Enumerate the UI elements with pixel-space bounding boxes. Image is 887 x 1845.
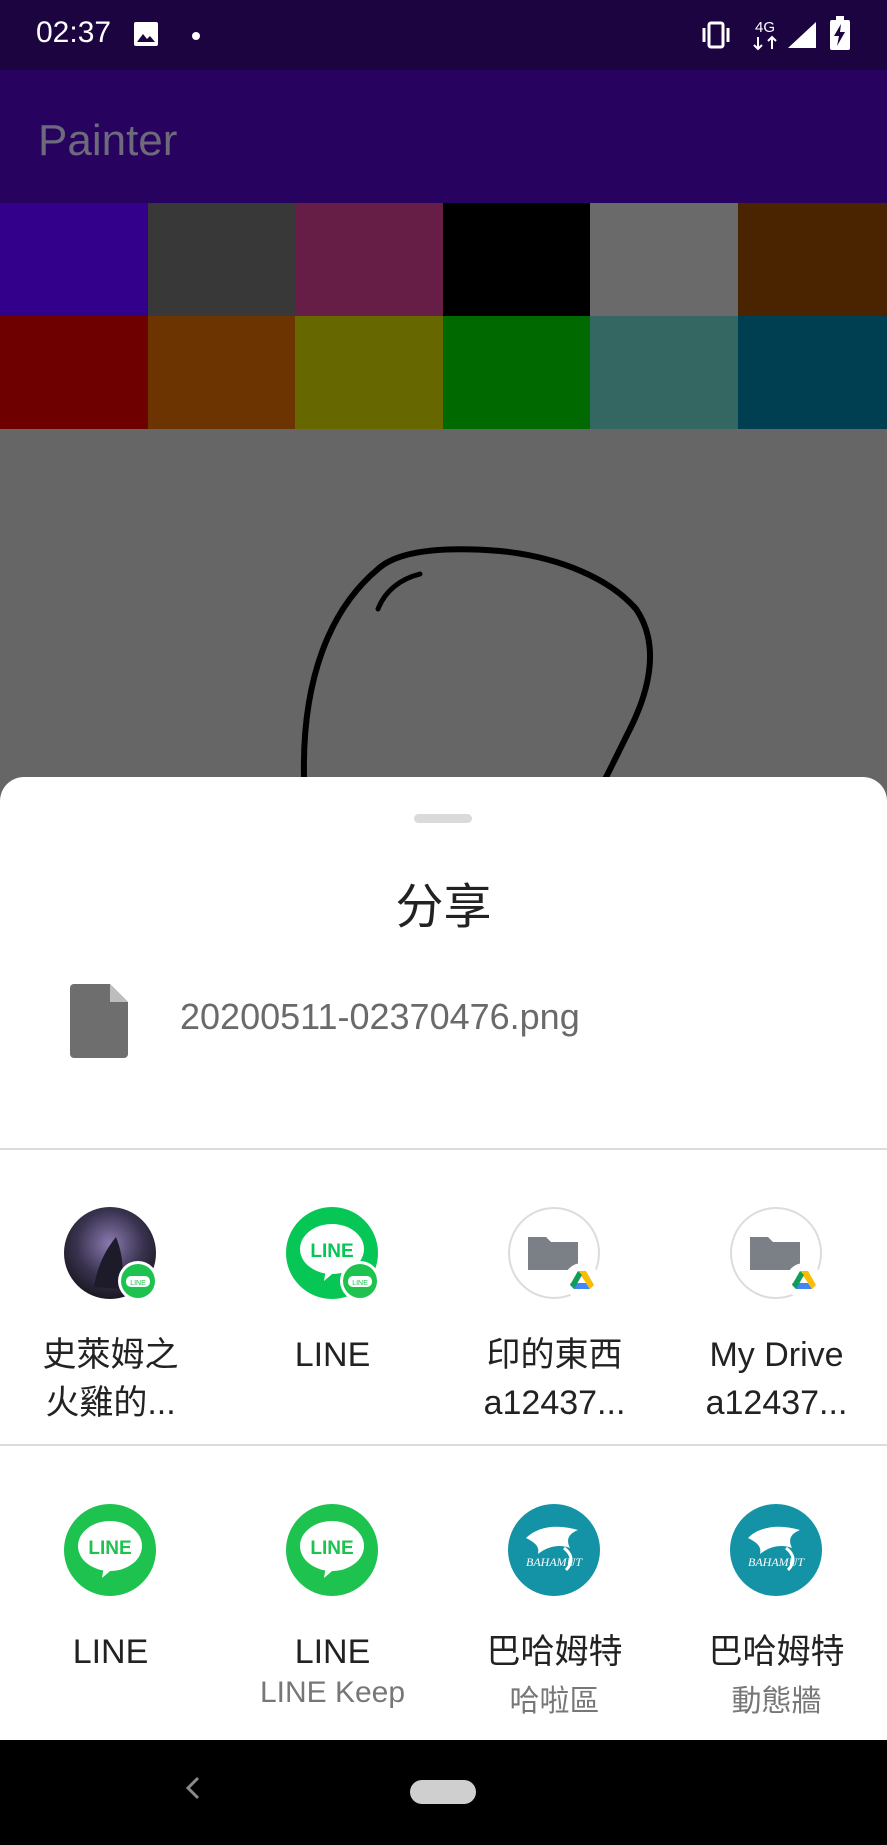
- status-bar: 02:37 4G: [0, 0, 887, 70]
- back-icon[interactable]: [182, 1770, 206, 1806]
- divider: [0, 1148, 887, 1150]
- color-swatch[interactable]: [738, 203, 887, 316]
- app-title: Painter: [38, 116, 178, 165]
- line-icon: LINE: [64, 1504, 156, 1596]
- drag-handle[interactable]: [414, 814, 472, 823]
- color-swatch[interactable]: [0, 316, 148, 429]
- vibrate-icon: [702, 21, 730, 49]
- svg-text:LINE: LINE: [352, 1280, 368, 1287]
- target-sublabel: 哈啦區: [509, 1685, 600, 1718]
- target-label: LINE: [294, 1633, 371, 1671]
- svg-text:LINE: LINE: [130, 1280, 146, 1287]
- bahamut-icon: BAHAMUT: [730, 1504, 822, 1596]
- file-name: 20200511-02370476.png: [180, 996, 580, 1037]
- target-label: My Drive a12437...: [705, 1336, 848, 1422]
- target-label: 史萊姆之 火雞的...: [42, 1336, 179, 1422]
- share-sheet-title: 分享: [395, 879, 492, 935]
- network-4g-icon: 4G: [753, 19, 777, 51]
- color-swatch[interactable]: [0, 203, 148, 316]
- drawing-canvas[interactable]: [0, 429, 887, 789]
- target-label: 巴哈姆特: [708, 1633, 845, 1671]
- drawn-stroke: [300, 546, 654, 782]
- direct-target-drive-folder[interactable]: 印的東西 a12437...: [444, 1207, 665, 1437]
- target-label: 巴哈姆特: [486, 1633, 623, 1671]
- line-icon: LINE: [286, 1504, 378, 1596]
- navigation-bar: [0, 1740, 887, 1845]
- color-swatch[interactable]: [295, 203, 443, 316]
- app-target-bahamut-forum[interactable]: BAHAMUT 巴哈姆特 哈啦區: [444, 1504, 665, 1734]
- dot-icon: [192, 32, 200, 40]
- svg-text:BAHAMUT: BAHAMUT: [748, 1555, 805, 1569]
- svg-text:LINE: LINE: [310, 1241, 353, 1262]
- share-sheet: 分享 20200511-02370476.png LINE 史萊姆之 火雞的..…: [0, 777, 887, 1740]
- bahamut-icon: BAHAMUT: [508, 1504, 600, 1596]
- divider: [0, 1444, 887, 1446]
- drive-folder-icon: [508, 1207, 600, 1299]
- target-label: 印的東西 a12437...: [483, 1336, 626, 1422]
- drive-folder-icon: [730, 1207, 822, 1299]
- direct-target-contact[interactable]: LINE 史萊姆之 火雞的...: [0, 1207, 221, 1437]
- color-swatch[interactable]: [295, 316, 443, 429]
- direct-target-line[interactable]: LINE LINE LINE: [222, 1207, 443, 1437]
- signal-icon: [788, 22, 816, 48]
- color-swatch[interactable]: [148, 316, 295, 429]
- color-swatch[interactable]: [590, 203, 738, 316]
- color-swatch[interactable]: [148, 203, 295, 316]
- color-swatch[interactable]: [443, 203, 590, 316]
- app-target-line[interactable]: LINE LINE: [0, 1504, 221, 1734]
- svg-text:BAHAMUT: BAHAMUT: [526, 1555, 583, 1569]
- status-time: 02:37: [36, 16, 112, 49]
- direct-target-my-drive[interactable]: My Drive a12437...: [666, 1207, 887, 1437]
- home-pill[interactable]: [410, 1780, 476, 1804]
- color-swatch[interactable]: [443, 316, 590, 429]
- app-target-line-keep[interactable]: LINE LINE LINE Keep: [222, 1504, 443, 1734]
- line-chat-icon: LINE LINE: [286, 1207, 378, 1299]
- battery-charging-icon: [830, 16, 850, 50]
- target-sublabel: 動態牆: [731, 1685, 822, 1718]
- app-target-bahamut-feed[interactable]: BAHAMUT 巴哈姆特 動態牆: [666, 1504, 887, 1734]
- color-swatch[interactable]: [590, 316, 738, 429]
- svg-text:4G: 4G: [755, 19, 775, 36]
- file-icon: [70, 984, 128, 1058]
- target-label: LINE: [294, 1336, 371, 1374]
- svg-text:LINE: LINE: [88, 1538, 131, 1559]
- color-palette: [0, 203, 887, 429]
- target-label: LINE: [72, 1633, 149, 1671]
- image-icon: [134, 22, 158, 46]
- contact-avatar-line-icon: LINE: [64, 1207, 156, 1299]
- svg-text:LINE: LINE: [310, 1538, 353, 1559]
- target-sublabel: LINE Keep: [259, 1676, 406, 1709]
- app-bar: Painter: [0, 70, 887, 203]
- color-swatch[interactable]: [738, 316, 887, 429]
